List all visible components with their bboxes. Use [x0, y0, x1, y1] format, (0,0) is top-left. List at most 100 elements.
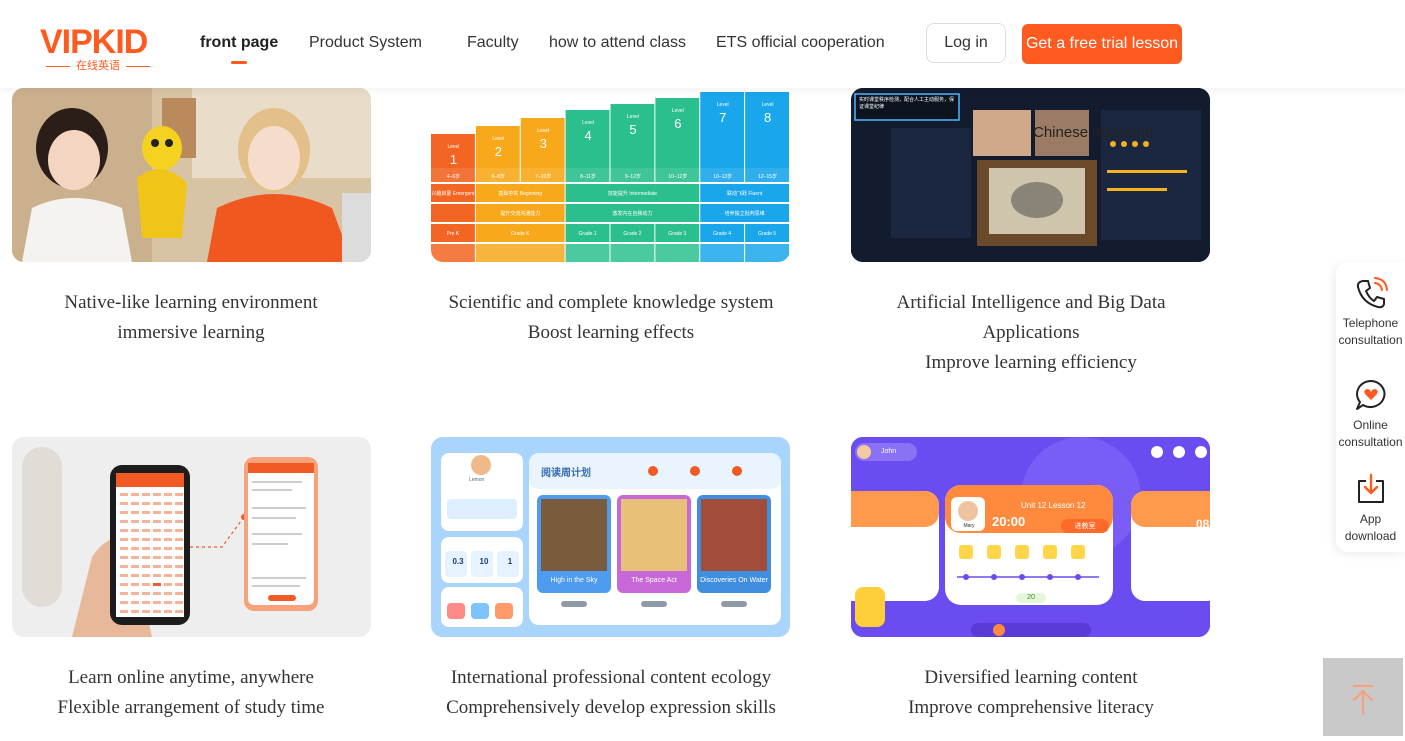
side-item-label: Online: [1353, 418, 1388, 432]
chat-heart-icon: [1355, 380, 1385, 410]
feature-image-diversified: John Unit 12 Lesson 12 20:00 08:00 Mary …: [851, 437, 1210, 637]
calendar-slot: [164, 583, 172, 586]
calendar-slot: [131, 556, 139, 559]
calendar-slot: [120, 610, 128, 613]
ai-banner-text: 实时课堂秩序检测，配合人工主动服务，保证课堂纪律: [859, 97, 955, 110]
level-age: 10–12岁: [668, 173, 687, 180]
caption-line: Applications: [982, 322, 1080, 343]
calendar-slot: [142, 601, 150, 604]
stage-text: 联动飞跃 Fluent: [727, 190, 763, 197]
lesson-score: 20: [1027, 594, 1035, 601]
lesson-time: 20:00: [992, 514, 1026, 529]
level-number: 7: [719, 110, 726, 125]
book-title: The Space Act: [631, 577, 677, 584]
side-item-label: download: [1344, 529, 1397, 543]
calendar-slot: [164, 493, 172, 496]
arrow-up-icon: [1353, 685, 1373, 715]
grade-text: Grade 1: [579, 231, 597, 237]
calendar-slot: [142, 520, 150, 523]
level-number: 6: [674, 116, 681, 131]
calendar-slot: [120, 583, 128, 586]
stat-value: 0.3: [452, 557, 464, 566]
calendar-slot: [131, 493, 139, 496]
calendar-slot: [131, 601, 139, 604]
caption-line: Comprehensively develop expression skill…: [446, 697, 776, 718]
back-to-top-button[interactable]: [1323, 658, 1403, 736]
feature-caption-ecology: International professional content ecolo…: [401, 663, 821, 723]
calendar-slot: [153, 592, 161, 595]
calendar-slot: [164, 547, 172, 550]
grade-extra-cell: [431, 244, 475, 262]
reading-user-name: Lemon: [469, 477, 485, 483]
app-download-button[interactable]: App download: [1336, 472, 1405, 545]
calendar-slot: [131, 538, 139, 541]
calendar-slot: [131, 592, 139, 595]
level-age: 10–13岁: [713, 173, 732, 180]
calendar-slot: [131, 529, 139, 532]
calendar-slot: [153, 556, 161, 559]
reading-plan-title: 阅读周计划: [541, 468, 591, 479]
enter-classroom-button: 进教室: [1074, 523, 1096, 530]
download-icon: [1357, 473, 1384, 503]
feature-image-ai-bigdata: 实时课堂秩序检测，配合人工主动服务，保证课堂纪律 Chinese mainlan…: [851, 88, 1210, 262]
vipkid-logo[interactable]: VIPKID 在线英语: [40, 20, 160, 72]
feature-image-knowledge-system: Level 1 4–6岁 Level 2 6–8岁 Level 3 7–10岁 Level 4 8–1…: [431, 88, 790, 262]
calendar-slot: [175, 511, 183, 514]
calendar-slot: [175, 592, 183, 595]
calendar-slot: [175, 610, 183, 613]
calendar-slot: [131, 502, 139, 505]
calendar-slot: [120, 547, 128, 550]
calendar-slot: [131, 511, 139, 514]
side-item-label: consultation: [1338, 435, 1403, 449]
logo-wordmark: VIPKID: [40, 23, 148, 61]
lesson-title: Unit 12 Lesson 12: [1021, 501, 1086, 510]
book-title: High in the Sky: [550, 577, 598, 584]
login-button[interactable]: Log in: [926, 23, 1006, 63]
calendar-slot: [153, 601, 161, 604]
calendar-slot: [164, 610, 172, 613]
level-age: 8–11岁: [580, 173, 596, 180]
caption-line: Learn online anytime, anywhere: [68, 667, 314, 688]
calendar-slot: [164, 502, 172, 505]
calendar-slot: [142, 583, 150, 586]
calendar-slot: [153, 493, 161, 496]
ai-dashboard-screen: [851, 88, 1210, 262]
online-consultation-button[interactable]: Online consultation: [1336, 378, 1405, 451]
feature-caption-diversified: Diversified learning content Improve com…: [821, 663, 1241, 723]
nav-faculty[interactable]: Faculty: [467, 33, 519, 53]
nav-how-to-attend[interactable]: how to attend class: [549, 33, 686, 53]
nav-front-page[interactable]: front page: [200, 33, 278, 53]
calendar-slot: [175, 601, 183, 604]
telephone-consultation-button[interactable]: Telephone consultation: [1336, 276, 1405, 349]
feature-caption-ai: Artificial Intelligence and Big Data App…: [821, 288, 1241, 378]
nav-active-indicator: [231, 61, 247, 64]
calendar-slot: [142, 502, 150, 505]
level-label: Level: [582, 120, 594, 126]
calendar-slot: [153, 529, 161, 532]
calendar-slot: [142, 565, 150, 568]
free-trial-button[interactable]: Get a free trial lesson: [1022, 24, 1182, 64]
calendar-slot: [131, 547, 139, 550]
calendar-slot: [164, 529, 172, 532]
caption-line: Diversified learning content: [924, 667, 1138, 688]
calendar-slot: [175, 556, 183, 559]
nav-ets-cooperation[interactable]: ETS official cooperation: [716, 33, 885, 53]
calendar-slot: [164, 601, 172, 604]
calendar-slot: [175, 493, 183, 496]
next-lesson-time: 08:00: [1196, 517, 1210, 531]
calendar-slot: [131, 583, 139, 586]
grade-text: Grade 4: [713, 231, 731, 237]
calendar-slot: [164, 574, 172, 577]
stage-text: 技能提升 Intermediate: [608, 190, 657, 197]
level-number: 3: [540, 136, 547, 151]
calendar-slot: [175, 502, 183, 505]
feature-image-content-ecology: 阅读周计划 Lemon 0.3 10 1 High in the Sky The…: [431, 437, 790, 637]
calendar-slot: [175, 538, 183, 541]
calendar-slot: [153, 610, 161, 613]
calendar-slot: [142, 493, 150, 496]
level-label: Level: [672, 108, 684, 114]
nav-product-system[interactable]: Product System: [309, 33, 422, 53]
region-overlay-text: Chinese mainland: [1033, 124, 1154, 141]
caption-line: Improve comprehensive literacy: [908, 697, 1154, 718]
calendar-slot: [120, 538, 128, 541]
